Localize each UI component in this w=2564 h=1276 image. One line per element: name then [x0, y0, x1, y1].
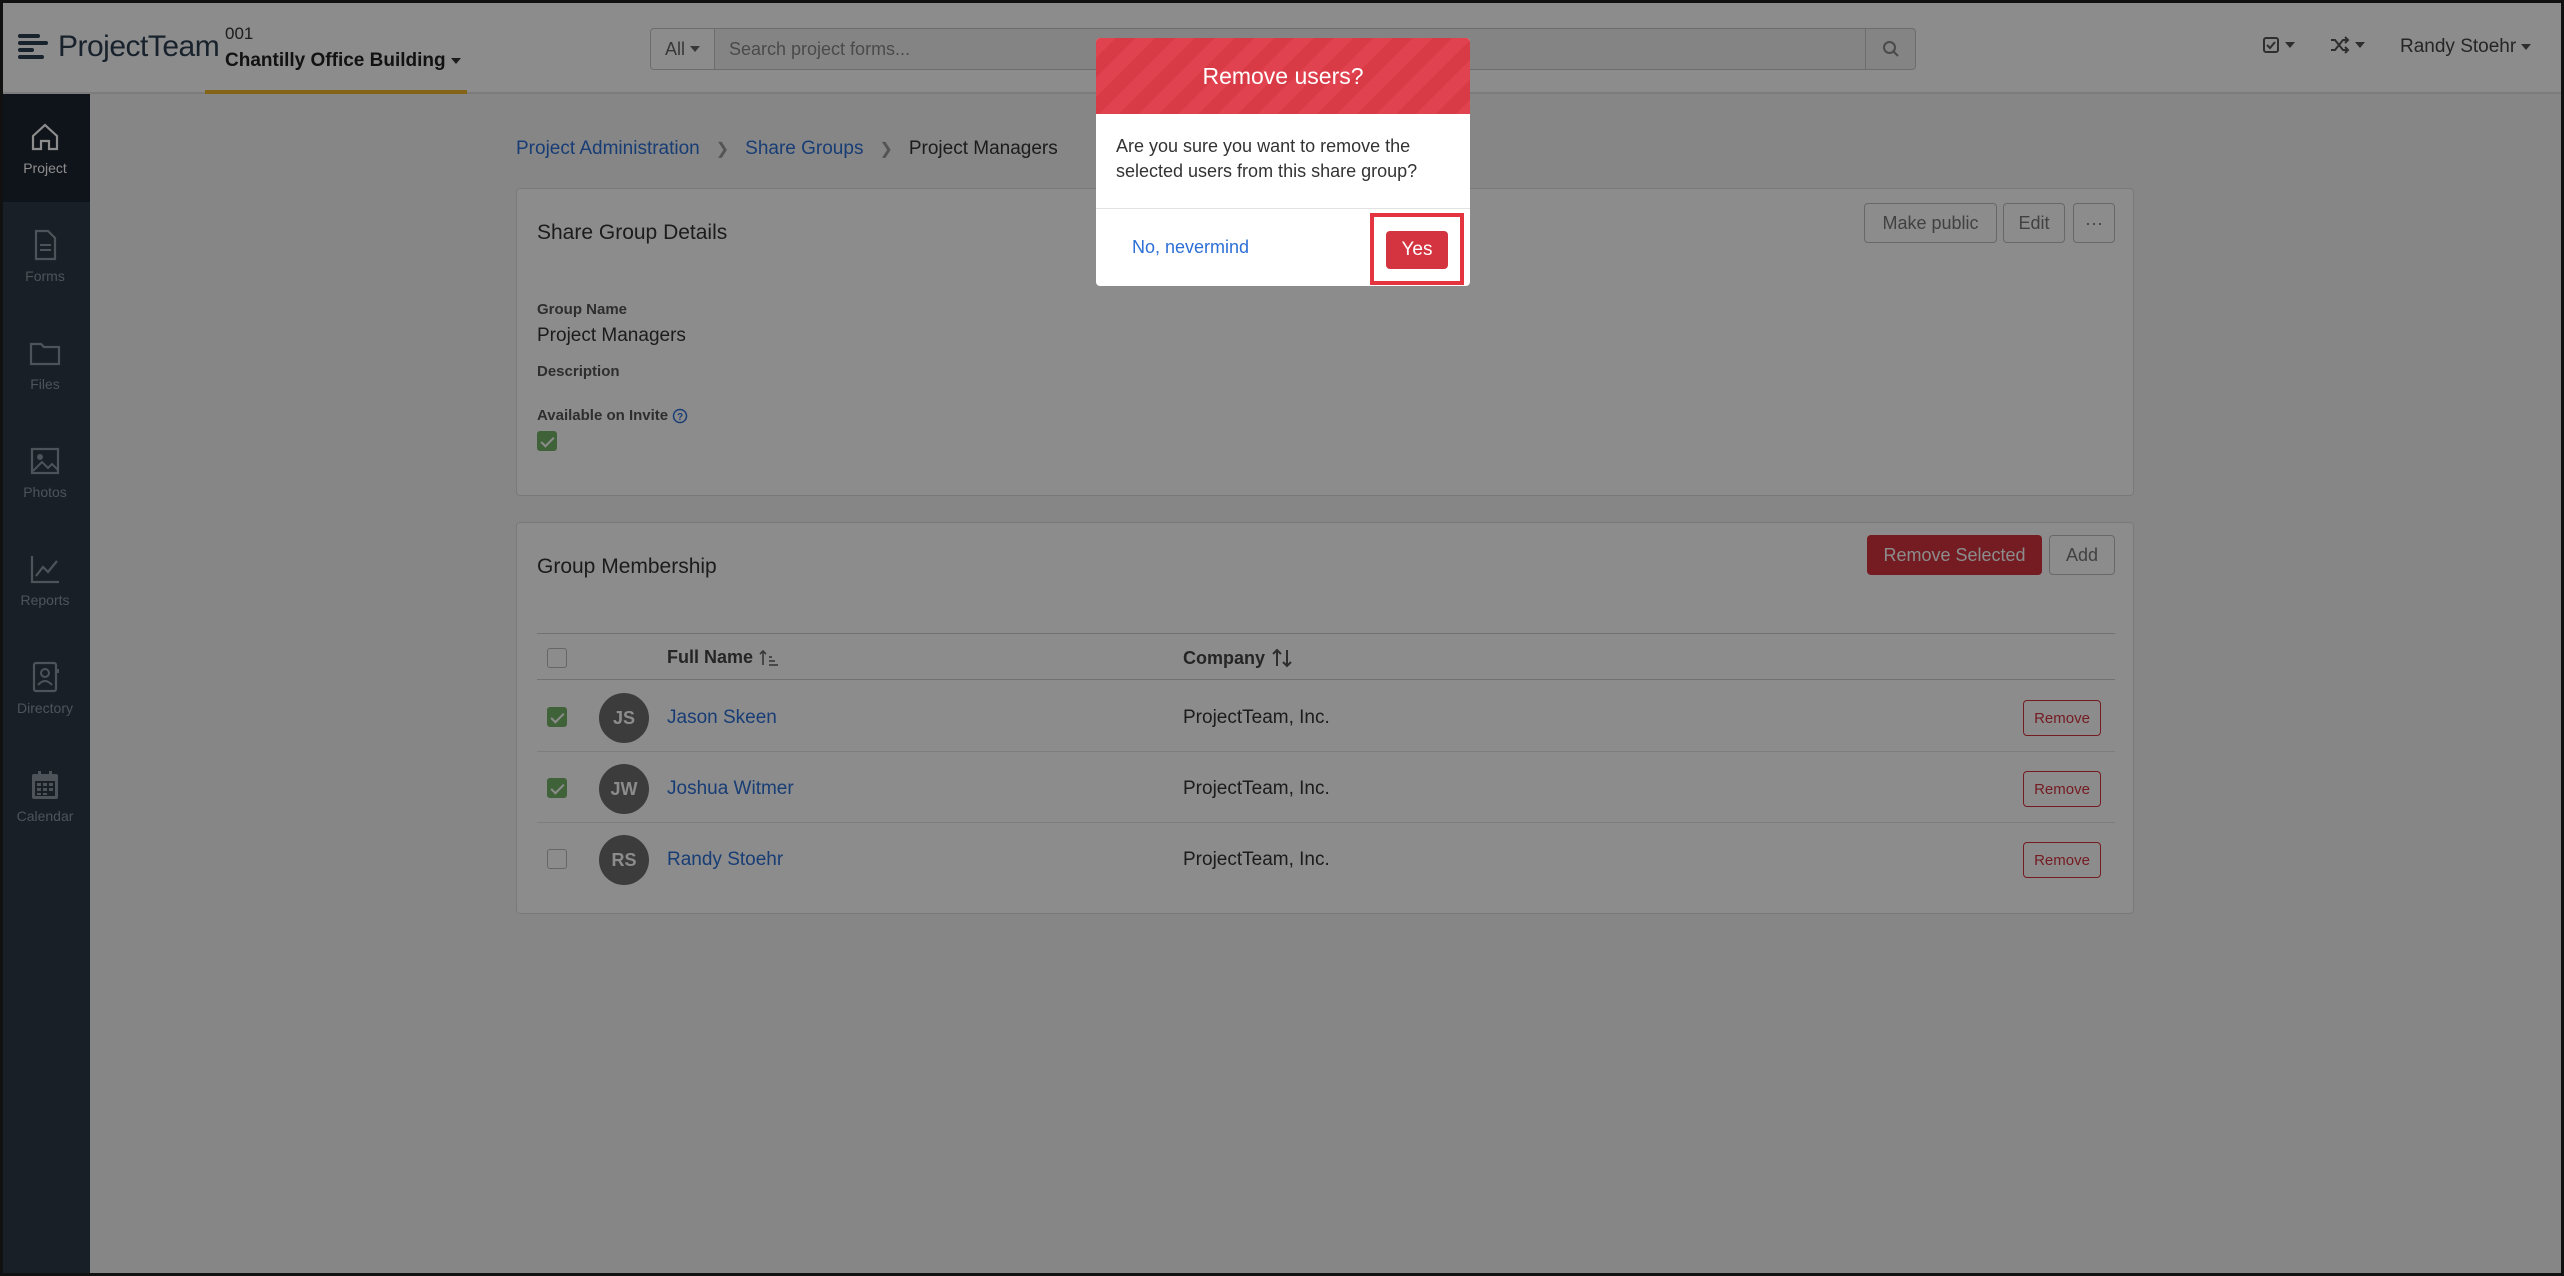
yes-button-highlight: Yes — [1370, 213, 1464, 285]
dialog-footer: No, nevermind Yes — [1096, 209, 1470, 286]
confirm-yes-button[interactable]: Yes — [1386, 231, 1448, 269]
dialog-title: Remove users? — [1096, 38, 1470, 114]
cancel-button[interactable]: No, nevermind — [1132, 237, 1249, 258]
dialog-message: Are you sure you want to remove the sele… — [1116, 136, 1418, 181]
remove-users-dialog: Remove users? Are you sure you want to r… — [1096, 38, 1470, 286]
